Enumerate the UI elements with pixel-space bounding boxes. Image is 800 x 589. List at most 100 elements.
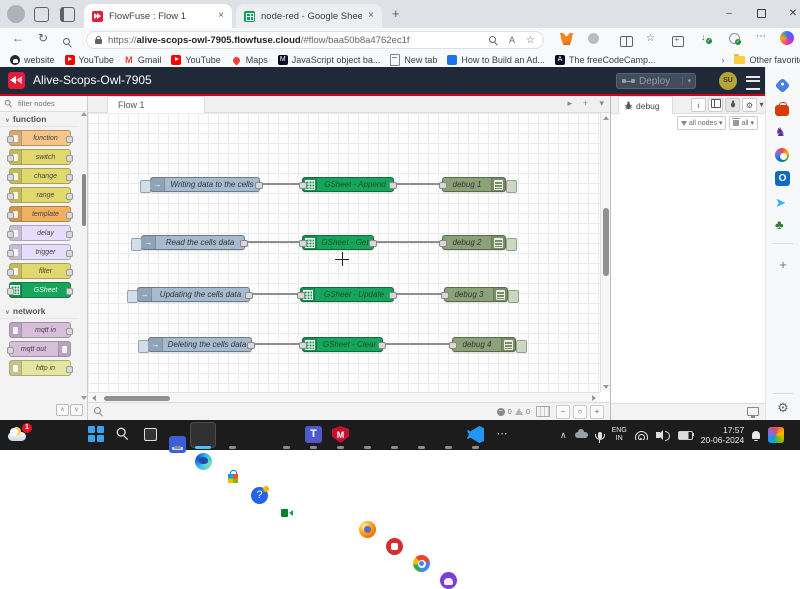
tab-flow1[interactable]: Flow 1 <box>107 96 205 113</box>
downloads-icon[interactable]: ↓✓ <box>701 32 710 42</box>
node-app-icon[interactable] <box>169 436 186 453</box>
palette-section-function[interactable]: ∨function <box>0 112 79 127</box>
canvas-vertical-scrollbar[interactable] <box>600 113 610 392</box>
task-view-icon[interactable] <box>142 426 159 443</box>
sidebar-m365-icon[interactable] <box>775 148 791 164</box>
output-port[interactable] <box>389 292 397 299</box>
input-port[interactable] <box>299 342 307 349</box>
inject-button[interactable] <box>140 180 151 193</box>
back-icon[interactable]: ← <box>12 31 24 45</box>
corner-app-icon[interactable] <box>768 427 784 443</box>
tab-flowfuse[interactable]: FlowFuse : Flow 1 × <box>84 4 232 28</box>
debug-tab-icon[interactable] <box>725 98 740 112</box>
clock[interactable]: 17:5720-06-2024 <box>701 425 744 445</box>
inject-button[interactable] <box>127 290 138 303</box>
debug-node-row2[interactable]: debug 2 <box>442 235 506 250</box>
bookmark-website[interactable]: website <box>10 55 55 65</box>
canvas-search-icon[interactable] <box>94 403 103 421</box>
debug-node-row1[interactable]: debug 1 <box>442 177 506 192</box>
red-app-icon[interactable] <box>386 538 403 555</box>
bookmarks-overflow-icon[interactable]: › <box>721 55 724 65</box>
tab-close-icon[interactable]: × <box>218 11 224 21</box>
browser-essentials-icon[interactable]: ✓ <box>729 33 740 44</box>
bookmark-how-to[interactable]: How to Build an Ad... <box>447 55 545 65</box>
read-aloud-icon[interactable]: A <box>509 35 515 45</box>
tab-close-icon[interactable]: × <box>368 11 374 21</box>
address-bar[interactable]: https://alive-scops-owl-7905.flowfuse.cl… <box>86 31 544 49</box>
sidebar-settings-icon[interactable]: ⚙ <box>775 400 791 416</box>
microphone-icon[interactable] <box>598 432 602 439</box>
sidebar-games-icon[interactable]: ♞ <box>775 125 791 141</box>
window-close-icon[interactable]: ✕ <box>776 0 800 26</box>
user-avatar[interactable]: SU <box>719 72 737 90</box>
tab-scroll-icon[interactable]: ▸ <box>567 98 572 109</box>
debug-node-row4[interactable]: debug 4 <box>452 337 516 352</box>
github-desktop-icon[interactable] <box>440 572 457 589</box>
output-port[interactable] <box>389 182 397 189</box>
palette-node-trigger[interactable]: trigger <box>9 244 71 260</box>
tab-debug[interactable]: debug <box>618 96 673 114</box>
window-restore-icon[interactable] <box>744 0 778 26</box>
palette-node-function[interactable]: function <box>9 130 71 146</box>
wifi-icon[interactable] <box>635 430 648 440</box>
sidebar-tree-icon[interactable]: ♣ <box>775 216 791 232</box>
output-port[interactable] <box>245 292 253 299</box>
filter-nodes-button[interactable]: all nodes▾ <box>677 116 727 130</box>
battery-icon[interactable] <box>678 431 693 440</box>
favorites-bar-icon[interactable]: ☆ <box>646 33 655 44</box>
profile-avatar-icon[interactable] <box>7 5 25 23</box>
bookmark-maps[interactable]: Maps <box>231 55 268 65</box>
new-tab-icon[interactable]: + <box>392 6 400 21</box>
palette-collapse-all-button[interactable]: ∧ <box>56 404 69 416</box>
input-port[interactable] <box>449 342 457 349</box>
teams-icon[interactable]: T <box>305 426 322 443</box>
home-search-icon[interactable] <box>63 34 72 52</box>
clear-messages-button[interactable]: all▾ <box>729 116 758 130</box>
zoom-page-icon[interactable] <box>489 36 498 45</box>
palette-node-template[interactable]: template <box>9 206 71 222</box>
chrome-icon[interactable] <box>413 555 430 572</box>
other-favorites[interactable]: Other favorites <box>734 55 800 65</box>
workspaces-icon[interactable] <box>34 7 49 22</box>
zoom-in-button[interactable]: + <box>590 405 604 419</box>
bookmark-youtube[interactable]: YouTube <box>65 55 114 65</box>
favorite-star-icon[interactable]: ☆ <box>526 35 535 46</box>
sidebar-add-icon[interactable]: + <box>775 258 791 274</box>
collections-icon[interactable] <box>672 34 684 52</box>
tab-google-sheets[interactable]: node-red - Google Sheets × <box>236 4 382 28</box>
bookmark-new-tab[interactable]: New tab <box>390 54 437 66</box>
debug-toggle-button[interactable] <box>516 340 527 353</box>
zoom-out-button[interactable]: − <box>556 405 570 419</box>
input-port[interactable] <box>441 292 449 299</box>
bookmark-mdn[interactable]: MJavaScript object ba... <box>278 55 381 65</box>
palette-node-mqtt-out[interactable]: mqtt out <box>9 341 71 357</box>
volume-icon[interactable] <box>656 432 660 438</box>
get-help-icon[interactable]: ? <box>251 487 268 504</box>
gsheet-get-node[interactable]: GSheet - Get <box>302 235 374 250</box>
input-port[interactable] <box>299 182 307 189</box>
start-button-icon[interactable] <box>88 426 105 443</box>
inject-button[interactable] <box>138 340 149 353</box>
inject-button[interactable] <box>131 238 142 251</box>
input-port[interactable] <box>439 240 447 247</box>
bookmark-gmail[interactable]: MGmail <box>124 55 162 65</box>
sidebar-toolbox-icon[interactable] <box>775 102 791 118</box>
debug-node-row3[interactable]: debug 3 <box>444 287 508 302</box>
palette-expand-all-button[interactable]: ∨ <box>70 404 83 416</box>
bookmark-youtube-2[interactable]: YouTube <box>171 55 220 65</box>
sidebar-drop-icon[interactable]: ➤ <box>775 194 791 210</box>
metamask-extension-icon[interactable] <box>560 32 573 50</box>
debug-toggle-button[interactable] <box>508 290 519 303</box>
palette-scrollbar[interactable] <box>82 116 86 396</box>
input-port[interactable] <box>297 292 305 299</box>
palette-node-delay[interactable]: delay <box>9 225 71 241</box>
extension-icon[interactable] <box>588 33 599 44</box>
language-indicator[interactable]: ENGIN <box>612 427 627 443</box>
sidebar-more-icon[interactable]: ▾ <box>758 98 765 112</box>
output-port[interactable] <box>255 182 263 189</box>
config-tab-icon[interactable]: ⚙ <box>742 98 757 112</box>
debug-toggle-button[interactable] <box>506 238 517 251</box>
gsheet-append-node[interactable]: GSheet - Append <box>302 177 394 192</box>
add-flow-icon[interactable]: + <box>583 98 588 108</box>
flow-list-icon[interactable]: ▾ <box>599 98 604 109</box>
